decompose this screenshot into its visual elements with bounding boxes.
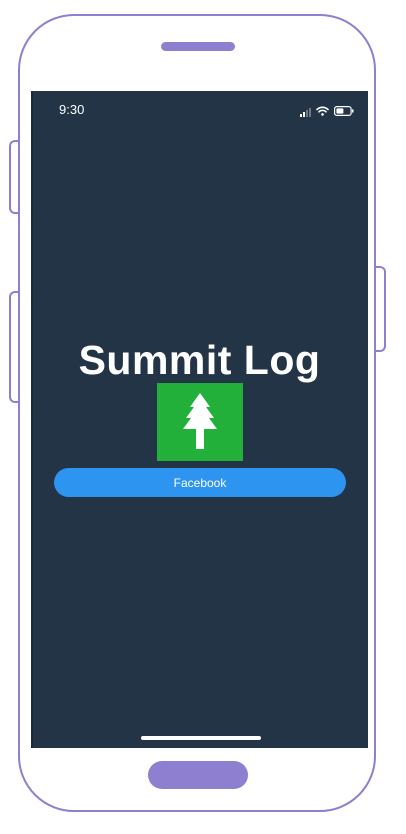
home-indicator[interactable] xyxy=(141,736,261,740)
app-screen: 9:30 Summit Log Facebook xyxy=(31,91,368,748)
tree-icon xyxy=(183,393,217,449)
status-time: 9:30 xyxy=(59,102,85,117)
facebook-login-button[interactable]: Facebook xyxy=(54,468,346,497)
screen-edge xyxy=(31,91,33,748)
cellular-signal-icon xyxy=(300,107,311,117)
app-logo xyxy=(157,383,243,461)
status-icons xyxy=(300,103,354,121)
wifi-icon xyxy=(316,103,329,121)
battery-icon xyxy=(334,103,354,121)
phone-home-button[interactable] xyxy=(148,761,248,789)
app-title: Summit Log xyxy=(78,337,321,383)
phone-speaker xyxy=(161,42,235,51)
